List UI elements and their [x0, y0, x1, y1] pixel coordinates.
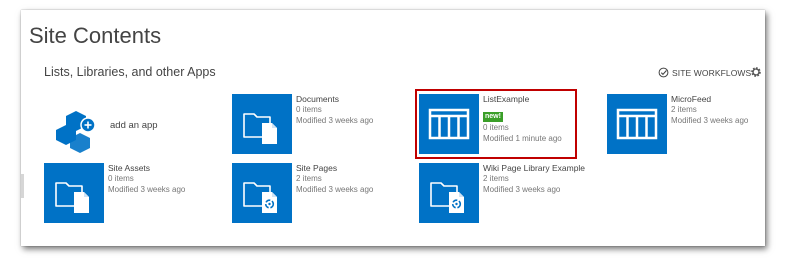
section-title: Lists, Libraries, and other Apps — [44, 65, 216, 79]
tile-modified: Modified 3 weeks ago — [483, 184, 561, 194]
add-app-tile[interactable]: add an app — [52, 108, 172, 156]
app-tile-microfeed[interactable]: MicroFeed 2 items Modified 3 weeks ago — [607, 94, 757, 154]
tile-item-count: 0 items — [483, 123, 509, 132]
gear-icon[interactable] — [750, 66, 762, 78]
list-icon — [428, 108, 470, 140]
tile-thumbnail — [232, 163, 292, 223]
tile-name[interactable]: Documents — [296, 94, 416, 105]
tile-name[interactable]: Site Assets — [108, 163, 228, 174]
tile-thumbnail — [44, 163, 104, 223]
tile-thumbnail — [419, 163, 479, 223]
tile-thumbnail — [607, 94, 667, 154]
tile-modified: Modified 3 weeks ago — [296, 184, 374, 194]
tile-modified: Modified 1 minute ago — [483, 133, 562, 143]
tile-modified: Modified 3 weeks ago — [296, 115, 374, 125]
tile-modified: Modified 3 weeks ago — [108, 184, 186, 194]
document-library-icon — [243, 113, 278, 145]
site-contents-panel: Site Contents Lists, Libraries, and othe… — [21, 10, 765, 246]
app-tile-documents[interactable]: Documents 0 items Modified 3 weeks ago — [232, 94, 422, 154]
left-edge-tab — [21, 174, 24, 198]
site-workflows-label: SITE WORKFLOWS — [672, 67, 752, 78]
tile-name[interactable]: Site Pages — [296, 163, 416, 174]
tile-name[interactable]: MicroFeed — [671, 94, 765, 105]
tile-item-count: 0 items — [296, 105, 322, 114]
app-tile-site-assets[interactable]: Site Assets 0 items Modified 3 weeks ago — [44, 163, 224, 223]
list-icon — [616, 108, 658, 140]
add-app-label: add an app — [110, 120, 158, 131]
tile-thumbnail — [232, 94, 292, 154]
add-app-icon — [56, 111, 96, 153]
tile-item-count: 2 items — [671, 105, 697, 114]
tile-item-count: 2 items — [296, 174, 322, 183]
document-library-icon — [55, 182, 90, 214]
wiki-library-icon — [430, 182, 465, 214]
tile-name[interactable]: Wiki Page Library Example — [483, 163, 603, 174]
app-tile-listexample[interactable]: ListExample new! 0 items Modified 1 minu… — [419, 94, 569, 154]
site-workflows-link[interactable]: SITE WORKFLOWS — [658, 67, 751, 78]
app-tile-site-pages[interactable]: Site Pages 2 items Modified 3 weeks ago — [232, 163, 412, 223]
new-badge: new! — [483, 112, 503, 122]
tile-modified: Modified 3 weeks ago — [671, 115, 749, 125]
tile-name[interactable]: ListExample — [483, 94, 603, 105]
page-title: Site Contents — [29, 23, 162, 48]
tile-item-count: 0 items — [108, 174, 134, 183]
workflow-check-icon — [658, 67, 669, 78]
tile-thumbnail — [419, 94, 479, 154]
tile-item-count: 2 items — [483, 174, 509, 183]
wiki-library-icon — [243, 182, 278, 214]
app-tile-wiki-page-library-example[interactable]: Wiki Page Library Example 2 items Modifi… — [419, 163, 609, 223]
